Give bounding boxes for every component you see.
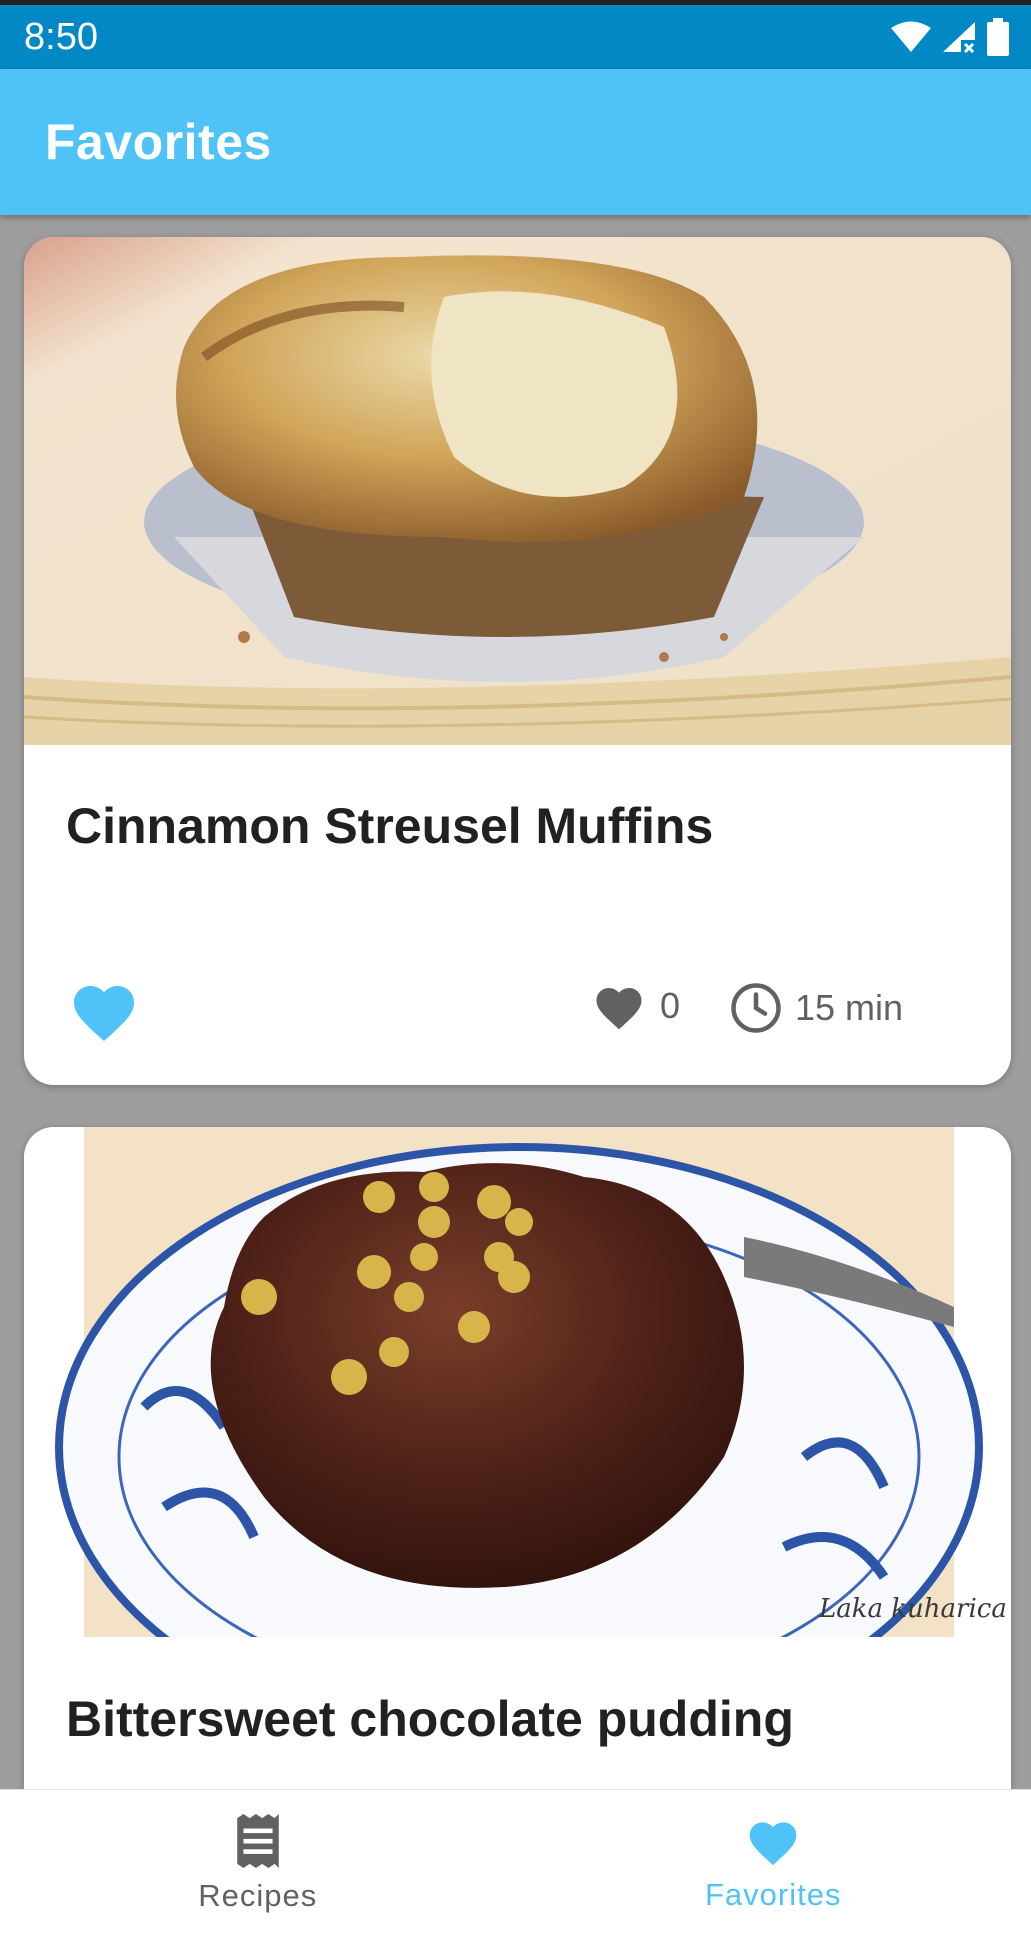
recipe-image-pudding: Laka kuharica: [24, 1127, 1011, 1637]
wifi-icon: [891, 21, 931, 52]
favorite-toggle-heart-icon[interactable]: [68, 977, 140, 1043]
status-icons: [891, 18, 1009, 56]
recipe-image-muffin: [24, 237, 1011, 745]
likes-count: 0: [660, 985, 681, 1026]
recipe-title: Cinnamon Streusel Muffins: [66, 798, 714, 854]
recipe-card[interactable]: Cinnamon Streusel Muffins 0 15 min: [24, 237, 1011, 1085]
status-bar: 8:50: [0, 5, 1031, 69]
status-time: 8:50: [24, 15, 98, 58]
recipe-card[interactable]: Laka kuharica Bittersweet chocolate pudd…: [24, 1127, 1011, 1789]
page-title: Favorites: [45, 114, 272, 170]
clock-icon: [731, 983, 781, 1033]
recipe-meta: 0 15 min: [24, 967, 1011, 1067]
nav-favorites-label: Favorites: [705, 1876, 842, 1912]
nav-favorites[interactable]: Favorites: [516, 1790, 1031, 1937]
cell-signal-icon: [943, 22, 975, 54]
app-bar: Favorites: [0, 69, 1031, 215]
favorites-list[interactable]: Cinnamon Streusel Muffins 0 15 min Laka …: [0, 215, 1031, 1789]
bottom-navigation: Recipes Favorites: [0, 1789, 1031, 1937]
battery-icon: [987, 18, 1009, 56]
likes-count-group: 0: [592, 981, 680, 1031]
cook-time-group: 15 min: [729, 981, 903, 1035]
nav-recipes[interactable]: Recipes: [0, 1790, 516, 1937]
likes-heart-icon: [596, 988, 642, 1030]
heart-icon: [749, 1821, 797, 1865]
nav-recipes-label: Recipes: [198, 1877, 318, 1913]
cook-time: 15 min: [795, 987, 904, 1028]
recipe-title: Bittersweet chocolate pudding: [66, 1691, 794, 1747]
receipt-icon: [236, 1813, 279, 1868]
image-watermark: Laka kuharica: [818, 1594, 1007, 1624]
